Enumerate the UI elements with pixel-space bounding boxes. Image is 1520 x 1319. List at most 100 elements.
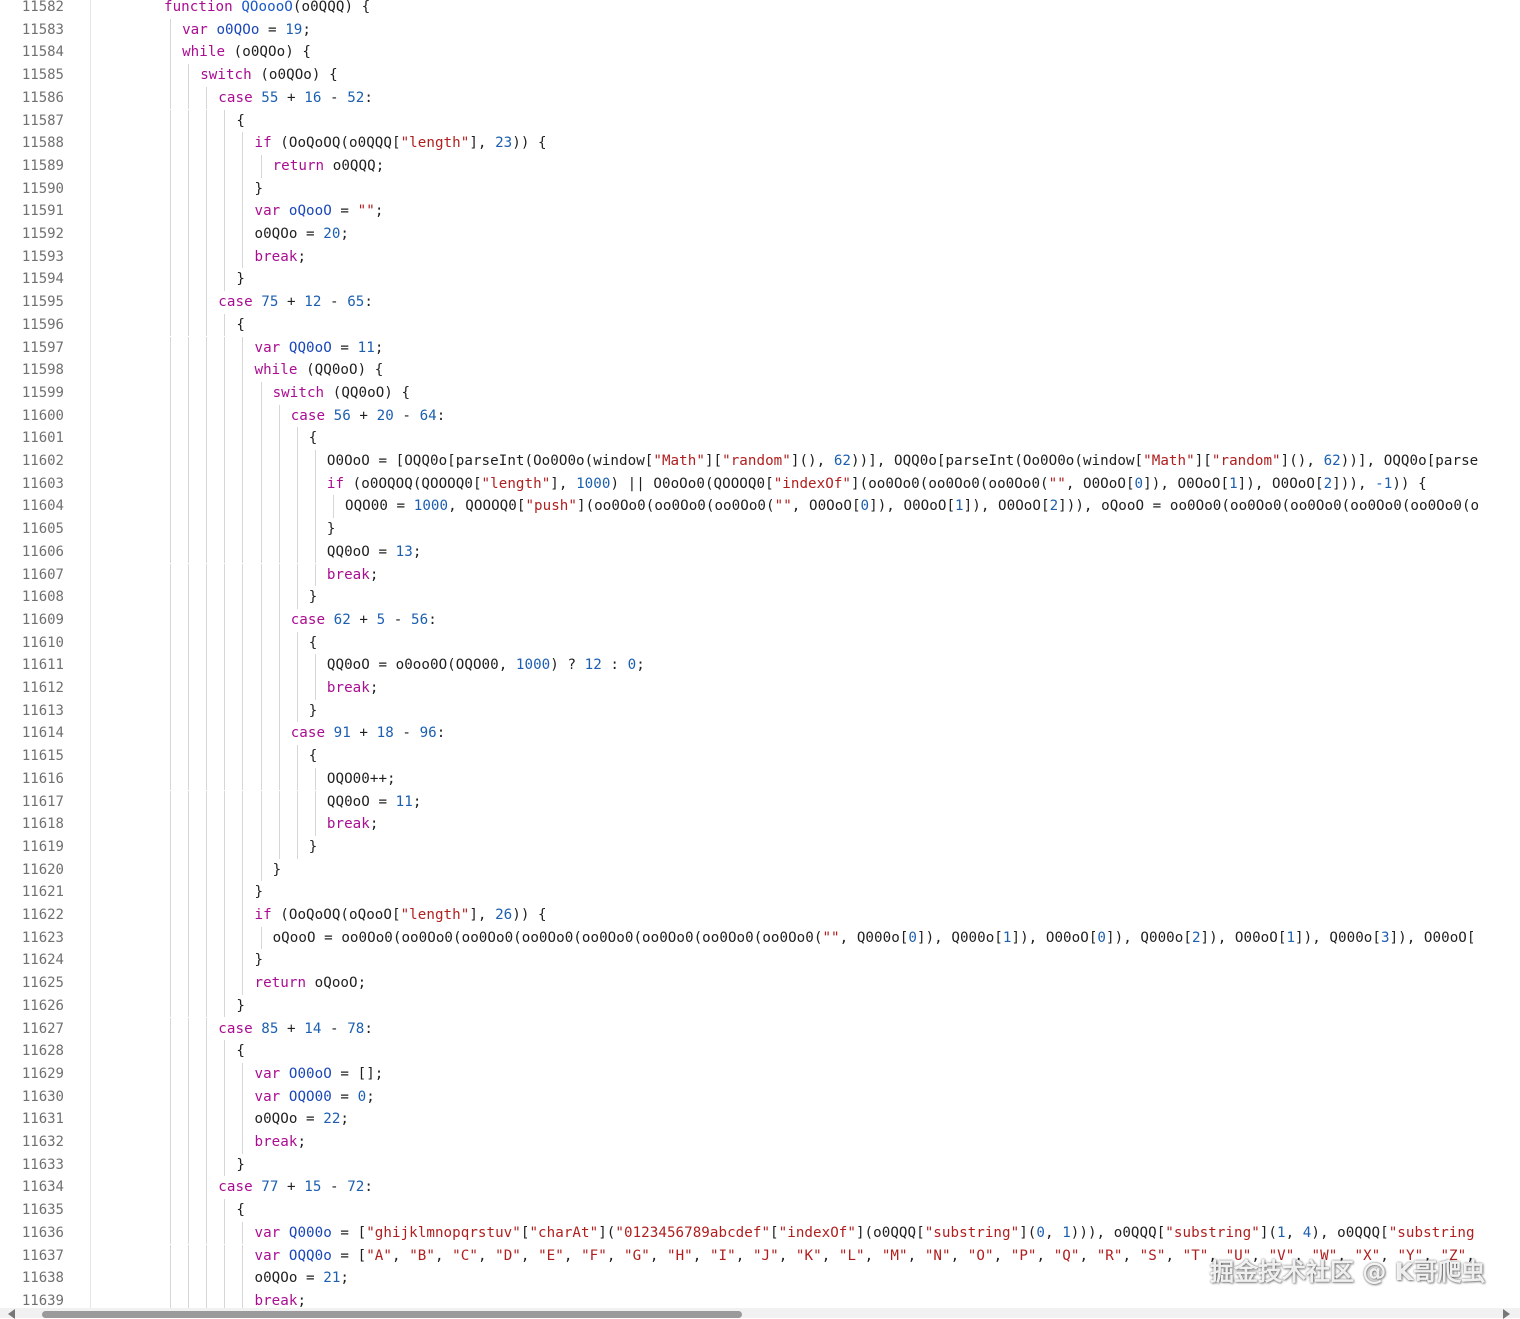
code-token: : [364,294,373,311]
code-token: } [308,702,318,719]
line-number: 11617 [21,793,64,810]
indent-guide [314,563,316,587]
code-editor[interactable]: 11582 function QOoooO(o0QQQ) {11583 var o0… [0,0,1520,1308]
indent-guide [260,472,262,496]
indent-guide [170,790,171,814]
line-number: 11612 [21,680,64,696]
indent-guide [170,1108,171,1131]
indent-guide [170,450,171,473]
code-token: } [308,589,318,606]
code-text: if (OoQoOQ(o0QQQ["length"], 23)) { [255,132,547,155]
indent-guide [260,154,262,178]
indent-guide [206,677,208,700]
indent-guide [224,1244,226,1268]
indent-guide [170,18,171,42]
code-line: 11622 if (OoQoOQ(oQooO["length"], 26)) { [0,904,1520,927]
indent-guide [170,1040,171,1063]
code-line: 11597 var QQ0oO = 11; [0,336,1520,360]
indent-guide [170,949,171,973]
code-token: )) { [512,907,547,923]
code-token: 12 [584,657,602,674]
code-text: var o0QOo = 19; [182,19,311,42]
indent-guide [206,972,208,995]
indent-guide [188,313,190,337]
indent-guide [170,41,171,65]
indent-guide [188,268,190,292]
code-token: O0OoO = [OQQ0o[parseInt(Oo0O0o(window[ [326,453,654,469]
code-line: 11624} [0,949,1520,973]
indent-guide [206,495,208,519]
code-line: 11613} [0,699,1520,723]
code-token: Q000o [288,1224,332,1241]
code-line: 11583 var o0QOo = 19; [0,18,1520,42]
indent-guide [278,699,280,723]
indent-guide [206,1131,208,1154]
indent-guide [170,699,171,723]
code-line: 11604 OQO00 = 1000, QOOOQ0["push"](oo0Oo0… [0,495,1520,519]
indent-guide [260,835,262,859]
code-token: 0 [627,657,637,674]
code-line: 11595 case 75 + 12 - 65: [0,291,1520,314]
code-token: = []; [331,1065,384,1082]
code-line: 11593 break; [0,245,1520,269]
code-text: { [236,110,245,133]
code-text: oQooO = oo0Oo0(oo0Oo0(oo0Oo0(oo0Oo0(oo0O… [273,927,1476,950]
indent-guide [206,1244,208,1268]
code-token: "" [1048,475,1066,492]
indent-guide [188,291,190,314]
code-line: 11610 { [0,631,1520,655]
code-text: var oQooO = ""; [255,200,384,223]
code-token: + [278,1020,305,1037]
code-token: + [350,407,377,424]
code-line: 11582 function QOoooO(o0QQQ) { [0,0,1520,19]
indent-guide [170,1176,171,1200]
line-number: 11611 [21,657,64,674]
indent-guide [242,518,244,541]
scrollbar-thumb[interactable] [42,1311,742,1318]
code-token: , [1079,1247,1097,1264]
indent-guide [242,154,244,178]
indent-guide [206,631,208,655]
code-token: 5 [376,611,386,628]
code-token: 62 [833,453,852,469]
code-line: 11632 break; [0,1131,1520,1154]
indent-guide [188,450,190,473]
indent-guide [170,291,171,314]
code-token: "Q" [1053,1247,1080,1264]
code-token: + [350,725,377,742]
code-token: "A" [366,1247,392,1264]
code-token: "substring" [1165,1224,1260,1241]
indent-guide [170,1153,171,1177]
indent-guide [224,1199,226,1222]
indent-guide [278,654,280,677]
code-token: } [272,861,282,878]
code-token: ]), O0OoO[ [869,498,956,515]
indent-guide [296,450,298,473]
code-token: "H" [667,1247,693,1264]
indent-guide [206,1267,208,1290]
code-token: var [254,203,289,220]
code-token: (QQ0oO) { [332,384,411,401]
indent-guide [260,495,262,519]
code-token: o0QOo [216,21,260,38]
line-number: 11586 [21,89,64,106]
indent-guide [188,381,190,405]
code-token: 2 [1323,475,1333,492]
indent-guide [170,404,171,428]
code-text: QQ0oO = o0oo0O(OQO00, 1000) ? 12 : 0; [327,654,645,677]
code-token: : [601,657,628,674]
code-text: break; [327,813,379,836]
indent-guide [206,223,208,246]
code-token: "C" [452,1247,478,1264]
indent-guide [170,359,171,382]
indent-guide [188,994,190,1018]
code-token: - [385,611,411,628]
code-token: function [164,0,242,15]
indent-guide [170,1221,171,1245]
code-line: 11590} [0,177,1520,201]
code-token: 11 [395,793,413,810]
code-text: var OQO00 = 0; [255,1086,375,1109]
line-number: 11620 [21,861,64,878]
code-line: 11592 o0QOo = 20; [0,223,1520,246]
indent-guide [224,1062,226,1086]
